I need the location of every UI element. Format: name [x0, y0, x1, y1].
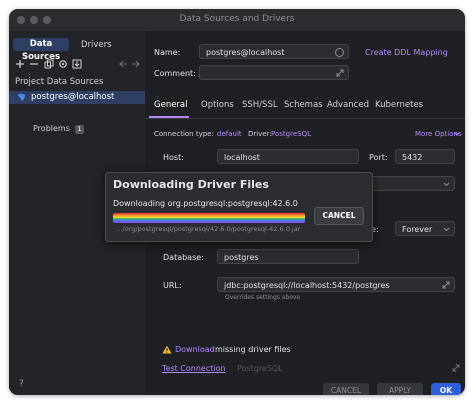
url-label: URL: — [163, 281, 182, 290]
sidebar-toolbar — [14, 57, 140, 71]
warning-icon — [162, 345, 172, 354]
data-sources-window: Data Sources and Drivers Data Sources Dr… — [9, 9, 465, 395]
tab-advanced[interactable]: Advanced — [327, 100, 369, 110]
connection-type-label: Connection type: — [154, 130, 214, 138]
problems-label[interactable]: Problems — [33, 124, 70, 133]
sidebar-item-postgres[interactable]: postgres@localhost — [9, 91, 145, 104]
port-field[interactable]: 5432 — [395, 149, 455, 164]
comment-field[interactable] — [199, 65, 349, 80]
url-field[interactable]: jdbc:postgresql://localhost:5432/postgre… — [217, 277, 455, 292]
port-label: Port: — [369, 153, 388, 162]
forward-icon[interactable] — [131, 59, 141, 69]
settings-icon[interactable] — [58, 59, 68, 69]
import-icon[interactable] — [72, 59, 82, 69]
expand-icon[interactable] — [442, 281, 450, 289]
tab-kubernetes[interactable]: Kubernetes — [375, 100, 423, 110]
back-icon[interactable] — [118, 59, 128, 69]
settings-tabs: General Options SSH/SSL Schemas Advanced… — [145, 91, 465, 119]
authentication-select[interactable] — [371, 176, 455, 191]
save-select[interactable]: Forever — [395, 221, 455, 236]
help-button[interactable]: ? — [19, 379, 24, 389]
ok-button[interactable]: OK — [431, 383, 461, 395]
download-progress-bar — [113, 213, 305, 223]
database-field[interactable]: postgres — [217, 249, 359, 264]
download-path: …/org/postgresql/postgresql/42.6.0/postg… — [116, 225, 301, 233]
window-title: Data Sources and Drivers — [179, 14, 295, 24]
host-label: Host: — [163, 153, 184, 162]
name-field[interactable]: postgres@localhost — [199, 44, 349, 59]
color-indicator-icon[interactable] — [335, 48, 344, 57]
tab-data-sources[interactable]: Data Sources — [13, 38, 69, 62]
driver-label: Driver: — [248, 130, 272, 138]
host-field[interactable]: localhost — [217, 149, 359, 164]
tab-general[interactable]: General — [154, 100, 188, 110]
chevron-down-icon — [443, 182, 450, 187]
name-label: Name: — [154, 48, 181, 57]
postgres-icon — [18, 93, 25, 101]
chevron-right-icon[interactable] — [452, 364, 460, 372]
save-value: Forever — [402, 225, 433, 234]
apply-button[interactable]: APPLY — [377, 383, 423, 395]
test-connection-link[interactable]: Test Connection — [162, 364, 226, 373]
dialog-cancel-button[interactable]: CANCEL — [314, 207, 364, 225]
connection-type-value[interactable]: default — [217, 130, 242, 138]
tab-ssh-ssl[interactable]: SSH/SSL — [242, 100, 278, 110]
comment-label: Comment: — [154, 69, 196, 78]
remove-icon[interactable] — [29, 59, 39, 69]
tab-schemas[interactable]: Schemas — [284, 100, 323, 110]
driver-value[interactable]: PostgreSQL — [271, 130, 311, 138]
tab-options[interactable]: Options — [201, 100, 234, 110]
database-value: postgres — [224, 253, 259, 262]
title-bar: Data Sources and Drivers — [9, 9, 465, 31]
add-icon[interactable] — [15, 59, 25, 69]
section-label: Project Data Sources — [15, 77, 104, 87]
active-tab-indicator — [149, 116, 189, 118]
cancel-button[interactable]: CANCEL — [323, 383, 369, 395]
port-value: 5432 — [402, 153, 423, 162]
tab-drivers[interactable]: Drivers — [81, 40, 112, 50]
create-ddl-mapping-link[interactable]: Create DDL Mapping — [365, 48, 448, 57]
host-value: localhost — [224, 153, 260, 162]
download-message: missing driver files — [215, 345, 291, 354]
copy-icon[interactable] — [44, 59, 54, 69]
name-value: postgres@localhost — [206, 48, 285, 57]
database-label: Database: — [163, 253, 204, 262]
download-driver-link[interactable]: Download — [175, 345, 215, 354]
url-hint: Overrides settings above — [225, 294, 301, 301]
dialog-title: Downloading Driver Files — [113, 178, 269, 191]
dropdown-icon — [454, 132, 460, 136]
chevron-down-icon — [443, 227, 450, 232]
expand-icon[interactable] — [336, 69, 344, 77]
dialog-status: Downloading org.postgresql:postgresql:42… — [113, 199, 298, 208]
problems-count-badge: 1 — [75, 125, 84, 134]
test-connection-driver: PostgreSQL — [237, 364, 283, 373]
url-value: jdbc:postgresql://localhost:5432/postgre… — [224, 281, 390, 290]
sidebar-item-label: postgres@localhost — [31, 92, 115, 102]
download-dialog: Downloading Driver Files Downloading org… — [105, 172, 373, 242]
